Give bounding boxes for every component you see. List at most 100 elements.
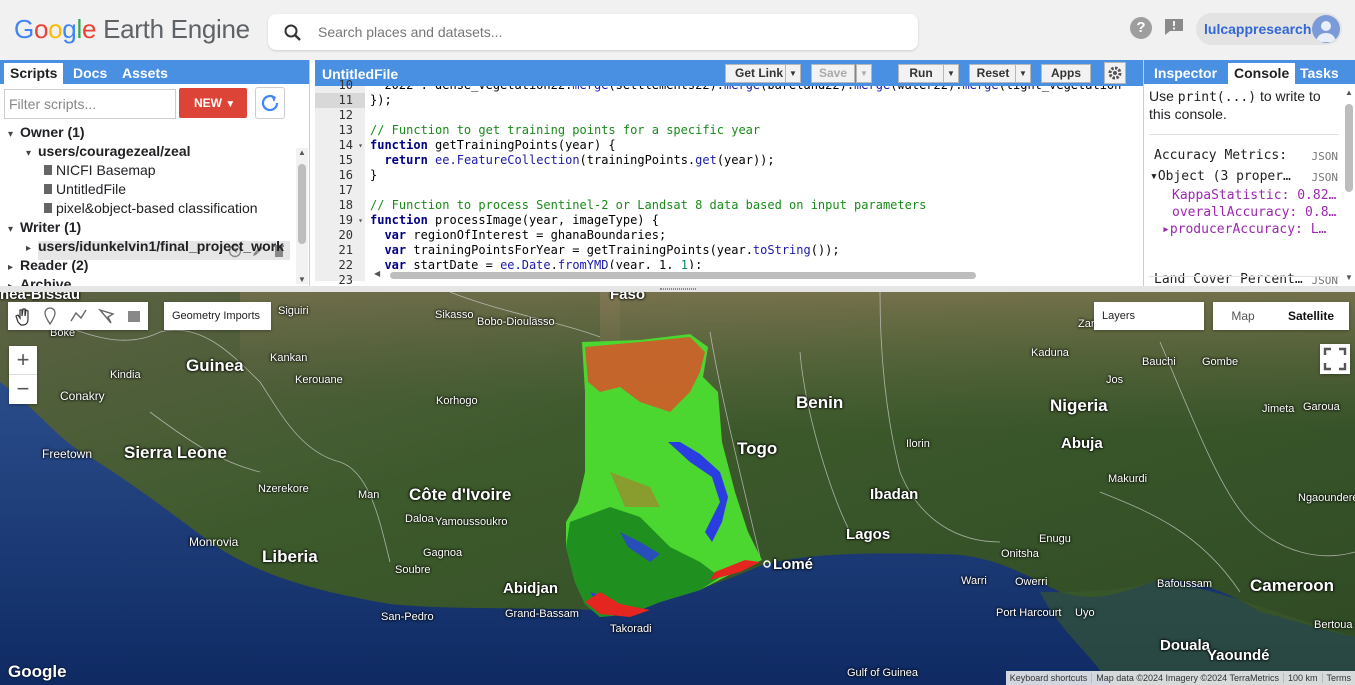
map-data-credit: Map data ©2024 Imagery ©2024 TerraMetric… <box>1091 673 1283 683</box>
fold-icon[interactable]: ▾ <box>358 138 363 153</box>
tab-scripts[interactable]: Scripts <box>4 63 64 84</box>
tab-docs[interactable]: Docs <box>67 63 113 84</box>
tab-tasks[interactable]: Tasks <box>1294 63 1345 84</box>
refresh-button[interactable] <box>255 87 285 119</box>
line-icon[interactable] <box>64 302 92 330</box>
line-number: 14 <box>338 138 353 152</box>
feedback-icon[interactable] <box>1164 18 1184 36</box>
tree-row-label: Writer (1) <box>20 219 82 235</box>
json-link[interactable]: JSON <box>1312 150 1339 163</box>
console-entry[interactable]: overallAccuracy: 0.8… <box>1172 205 1336 220</box>
reset-button[interactable]: Reset <box>969 64 1017 83</box>
save-dropdown[interactable]: ▼ <box>856 64 872 83</box>
map-type-map[interactable]: Map <box>1213 302 1273 330</box>
tree-scrollbar[interactable]: ▲ ▼ <box>296 148 308 284</box>
map-place-label: Owerri <box>1015 576 1048 588</box>
get-link-dropdown[interactable]: ▼ <box>785 64 801 83</box>
map-place-label: Onitsha <box>1001 548 1039 560</box>
terms-link[interactable]: Terms <box>1321 673 1355 683</box>
fullscreen-button[interactable] <box>1320 344 1350 374</box>
code-line: var trainingPointsForYear = getTrainingP… <box>384 243 840 257</box>
earth-engine-logo[interactable]: Google Earth Engine <box>14 14 250 45</box>
pan-hand-icon[interactable] <box>8 302 36 330</box>
caret-down-icon[interactable]: ▾ <box>8 125 20 144</box>
map-place-label: Port Harcourt <box>996 607 1062 619</box>
tree-row[interactable]: ▸ Reader (2) <box>8 256 88 275</box>
map-attribution: Keyboard shortcuts Map data ©2024 Imagery… <box>1005 671 1355 685</box>
filter-scripts-input[interactable] <box>4 89 176 119</box>
script-title[interactable]: UntitledFile <box>322 66 398 82</box>
save-button[interactable]: Save <box>811 64 855 83</box>
tree-row-label: Owner (1) <box>20 124 85 140</box>
console-entry[interactable]: Land Cover Percent… <box>1154 272 1303 286</box>
caret-down-icon[interactable]: ▾ <box>26 144 38 163</box>
console-entry[interactable]: ▸producerAccuracy: L… <box>1162 222 1326 237</box>
map-place-label: Siguiri <box>278 305 309 317</box>
rectangle-icon[interactable] <box>120 302 148 330</box>
map-place-label: Daloa <box>405 513 434 525</box>
map-view[interactable]: nea-Bissau Faso Siguiri Sikasso Bobo-Dioulas… <box>0 292 1355 685</box>
tree-row[interactable]: NICFI Basemap <box>44 161 156 180</box>
file-icon <box>44 165 52 175</box>
geometry-imports-button[interactable]: Geometry Imports <box>164 302 271 330</box>
search-icon <box>284 24 301 41</box>
marker-icon[interactable] <box>36 302 64 330</box>
line-number: 22 <box>338 258 353 272</box>
console-entry[interactable]: KappaStatistic: 0.82… <box>1172 188 1336 203</box>
tree-row[interactable]: UntitledFile <box>44 180 126 199</box>
tree-row-label: NICFI Basemap <box>56 162 156 178</box>
caret-down-icon[interactable]: ▾ <box>8 220 20 239</box>
console-entry[interactable]: Accuracy Metrics: <box>1154 148 1287 163</box>
tree-row[interactable]: ▾ users/couragezeal/zeal <box>26 142 191 161</box>
map-place-label: Gulf of Guinea <box>847 667 918 679</box>
map-place-label: Uyo <box>1075 607 1095 619</box>
account-menu[interactable]: lulcappresearch <box>1196 13 1342 45</box>
logo-letter: o <box>48 14 63 44</box>
polygon-icon[interactable] <box>92 302 120 330</box>
map-place-label: San-Pedro <box>381 611 434 623</box>
apps-button[interactable]: Apps <box>1041 64 1091 83</box>
tab-assets[interactable]: Assets <box>116 63 174 84</box>
tree-row[interactable]: pixel&object-based classification <box>44 199 258 218</box>
search-box[interactable] <box>268 14 918 50</box>
help-icon[interactable]: ? <box>1130 17 1152 39</box>
settings-button[interactable] <box>1104 62 1126 84</box>
keyboard-shortcuts-link[interactable]: Keyboard shortcuts <box>1006 673 1092 683</box>
search-input[interactable] <box>318 22 898 42</box>
tab-inspector[interactable]: Inspector <box>1148 63 1223 84</box>
tree-row[interactable]: ▾ Owner (1) <box>8 123 85 142</box>
line-number: 13 <box>338 123 353 137</box>
script-tree: ▾ Owner (1) ▾ users/couragezeal/zeal NICFI B… <box>0 122 300 286</box>
json-link[interactable]: JSON <box>1312 171 1339 184</box>
map-place-label: Guinea <box>186 356 244 375</box>
save-label: Save <box>818 66 848 80</box>
map-place-label: Cameroon <box>1250 576 1335 595</box>
new-button[interactable]: NEW ▼ <box>179 88 247 118</box>
tree-row-label: pixel&object-based classification <box>56 200 258 216</box>
caret-right-icon[interactable]: ▸ <box>8 277 20 286</box>
tab-console[interactable]: Console <box>1228 63 1296 84</box>
map-place-label: Abidjan <box>503 580 558 597</box>
new-button-label: NEW <box>194 96 222 110</box>
tree-row[interactable]: ▸Archive <box>8 275 71 286</box>
tree-row[interactable]: ▾ Writer (1) <box>8 218 81 237</box>
map-type-satellite[interactable]: Satellite <box>1273 302 1349 330</box>
tree-row[interactable]: ▸ users/idunkelvin1/final_project_work <box>26 237 284 256</box>
file-icon <box>44 203 52 213</box>
zoom-out-button[interactable]: − <box>9 375 37 404</box>
reset-dropdown[interactable]: ▼ <box>1015 64 1031 83</box>
map-place-label: Bobo-Dioulasso <box>477 316 555 328</box>
fold-icon[interactable]: ▾ <box>358 213 363 228</box>
scale-bar[interactable]: 100 km <box>1282 673 1322 683</box>
get-link-button[interactable]: Get Link <box>725 64 793 83</box>
zoom-in-button[interactable]: + <box>9 346 37 375</box>
console-scrollbar[interactable]: ▲ ▼ <box>1343 88 1355 282</box>
satellite-imagery <box>0 292 1355 685</box>
run-button[interactable]: Run <box>898 64 944 83</box>
map-place-label: Ibadan <box>870 486 919 503</box>
run-dropdown[interactable]: ▼ <box>943 64 959 83</box>
line-number: 16 <box>338 168 353 182</box>
console-entry[interactable]: ▾Object (3 proper… <box>1150 169 1291 184</box>
refresh-icon <box>261 94 279 112</box>
layers-button[interactable]: Layers <box>1094 302 1204 330</box>
